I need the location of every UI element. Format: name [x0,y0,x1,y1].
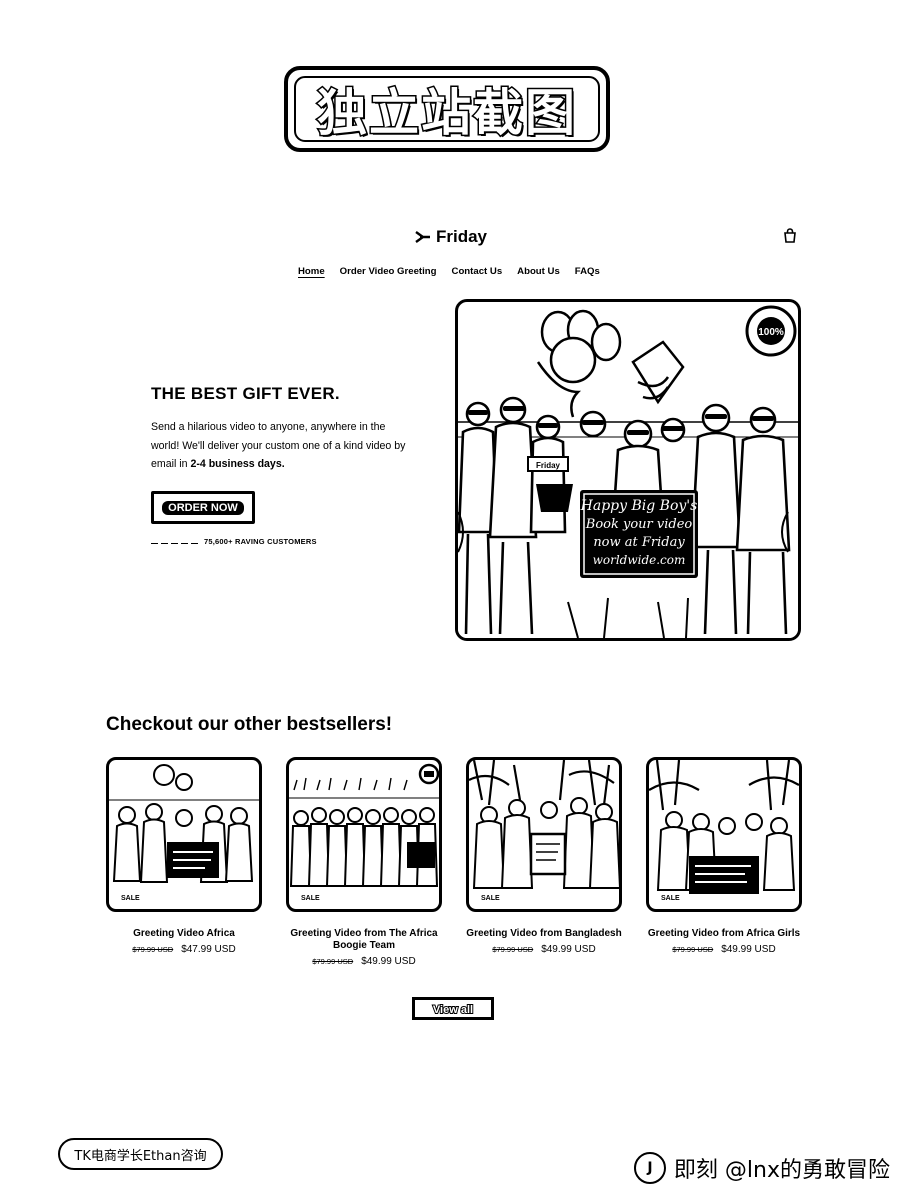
product-image[interactable]: SALE [466,757,622,912]
star-icon [161,542,168,545]
nav-item-about-us[interactable]: About Us [517,266,560,277]
hero-sign: Happy Big Boy's Book your video now at F… [580,490,698,578]
product-price: $79.99 USD $49.99 USD [286,956,442,967]
product-card[interactable]: SALE Greeting Video from The Africa Boog… [286,757,442,967]
star-icon [181,542,188,545]
hero-image: 100% Friday Happy Big Boy's Book your vi… [455,299,801,641]
product-photo-illustration [469,760,619,889]
original-price: $79.99 USD [132,945,174,954]
hero-photo-illustration: 100% Friday Happy Big Boy's Book your vi… [458,305,798,638]
sale-price: $49.99 USD [721,944,776,955]
friday-bolt-icon [415,231,430,243]
page-banner: 独立站截图 [284,66,610,152]
nav-item-home[interactable]: Home [298,266,325,277]
rating-text: 75,600+ RAVING CUSTOMERS [204,537,317,546]
product-photo-illustration [109,764,259,883]
view-all-label: View all [432,1003,474,1017]
product-photo-illustration [649,760,799,894]
product-price: $79.99 USD $49.99 USD [466,944,622,955]
site-logo[interactable]: Friday [414,226,487,248]
consult-tag: TK电商学长Ethan咨询 [58,1138,223,1170]
main-nav: Home Order Video Greeting Contact Us Abo… [298,266,600,277]
original-price: $79.99 USD [672,945,714,954]
product-image[interactable]: SALE [646,757,802,912]
sale-price: $49.99 USD [541,944,596,955]
star-icon [171,542,178,545]
jike-logo-icon: J [633,1152,666,1184]
nav-item-faqs[interactable]: FAQs [575,266,600,277]
order-now-button[interactable]: ORDER NOW [151,491,255,524]
product-price: $79.99 USD $47.99 USD [106,944,262,955]
sale-badge: SALE [477,894,504,903]
svg-text:Happy Big Boy's: Happy Big Boy's [580,498,698,514]
banner-inner-frame [294,76,600,142]
svg-text:worldwide.com: worldwide.com [593,553,686,567]
watermark: J 即刻 @lnx的勇敢冒险 [633,1152,890,1184]
logo-text: Friday [436,227,488,246]
bestsellers-title: Checkout our other bestsellers! [106,714,393,735]
rating-stars [151,539,198,545]
view-all-button[interactable]: View all [412,997,494,1020]
product-price: $79.99 USD $49.99 USD [646,944,802,955]
cart-icon[interactable] [782,228,798,244]
sale-price: $47.99 USD [181,944,236,955]
order-now-label: ORDER NOW [162,500,244,515]
nav-item-order-video-greeting[interactable]: Order Video Greeting [340,266,437,277]
product-card[interactable]: SALE Greeting Video from Bangladesh $79.… [466,757,622,955]
original-price: $79.99 USD [492,945,534,954]
svg-text:now at Friday: now at Friday [593,535,685,550]
product-title[interactable]: Greeting Video Africa [106,928,262,940]
star-icon [191,542,198,545]
product-title[interactable]: Greeting Video from Bangladesh [466,928,622,940]
product-title[interactable]: Greeting Video from Africa Girls [646,928,802,940]
star-icon [151,542,158,545]
product-photo-illustration [289,763,439,887]
mini-banner-text: Friday [536,461,561,470]
hero-delivery-time: 2-4 business days. [190,458,285,470]
product-title[interactable]: Greeting Video from The Africa Boogie Te… [286,928,442,952]
product-image[interactable]: SALE [106,757,262,912]
sale-badge: SALE [657,894,684,903]
hero-description: Send a hilarious video to anyone, anywhe… [151,418,411,474]
watermark-text: 即刻 @lnx的勇敢冒险 [673,1158,890,1183]
nav-item-contact-us[interactable]: Contact Us [452,266,503,277]
product-card[interactable]: SALE Greeting Video Africa $79.99 USD $47… [106,757,262,955]
badge-text: 100% [758,327,784,338]
hero-title: THE BEST GIFT EVER. [151,384,340,403]
product-card[interactable]: SALE Greeting Video from Africa Girls $7… [646,757,802,955]
original-price: $79.99 USD [312,957,354,966]
sale-badge: SALE [117,894,144,903]
product-image[interactable]: SALE [286,757,442,912]
svg-text:Book your video: Book your video [585,517,693,532]
sale-price: $49.99 USD [361,956,416,967]
rating-row: 75,600+ RAVING CUSTOMERS [151,537,317,546]
sale-badge: SALE [297,894,324,903]
